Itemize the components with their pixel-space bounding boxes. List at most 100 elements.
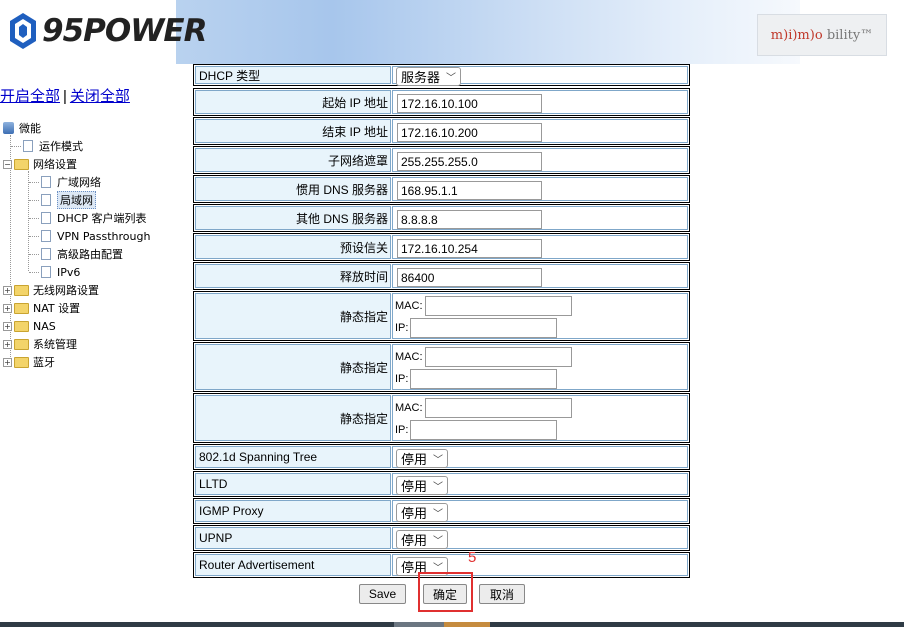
lltd-row: LLTD 停用 ﹀ [193, 471, 690, 497]
folder-icon [14, 320, 29, 332]
igmp-label: IGMP Proxy [195, 500, 391, 522]
gateway-row: 预设信关 172.16.10.254 [193, 233, 690, 261]
computer-icon [3, 122, 14, 134]
mac-label: MAC: [395, 300, 423, 312]
pref-dns-label: 惯用 DNS 服务器 [195, 177, 391, 201]
lltd-select[interactable]: 停用 ﹀ [396, 476, 449, 495]
page-icon [41, 212, 51, 224]
ip-label: IP: [395, 424, 409, 436]
subnet-input[interactable]: 255.255.255.0 [397, 152, 542, 171]
expand-icon[interactable]: + [3, 321, 12, 331]
tree-root[interactable]: 微能 [3, 120, 41, 136]
mac-label: MAC: [395, 351, 423, 363]
tree-toggle-links: 开启全部 | 关闭全部 [0, 88, 130, 105]
ip-label: IP: [395, 373, 409, 385]
lease-row: 释放时间 86400 [193, 262, 690, 290]
upnp-select[interactable]: 停用 ﹀ [396, 530, 449, 549]
tree-item-wan[interactable]: 广域网络 [29, 174, 101, 190]
expand-icon[interactable]: + [3, 285, 12, 295]
tree-item-routing[interactable]: 高级路由配置 [29, 246, 123, 262]
chevron-down-icon: ﹀ [433, 509, 444, 520]
chevron-down-icon: ﹀ [433, 536, 444, 547]
tree-item-nat[interactable]: + NAT 设置 [3, 300, 80, 316]
brand-logo: 95POWER [8, 6, 207, 56]
folder-icon [14, 302, 29, 314]
close-all-link[interactable]: 关闭全部 [70, 88, 130, 105]
collapse-icon[interactable]: − [3, 159, 12, 169]
start-ip-input[interactable]: 172.16.10.100 [397, 94, 542, 113]
save-button[interactable]: Save [359, 584, 406, 604]
end-ip-input[interactable]: 172.16.10.200 [397, 123, 542, 142]
partner-logo: m)i)m)o bility ™ [757, 14, 887, 56]
igmp-row: IGMP Proxy 停用 ﹀ [193, 498, 690, 524]
igmp-select[interactable]: 停用 ﹀ [396, 503, 449, 522]
pref-dns-row: 惯用 DNS 服务器 168.95.1.1 [193, 175, 690, 203]
bottom-bar [0, 622, 904, 627]
header-banner [176, 0, 800, 64]
lltd-label: LLTD [195, 473, 391, 495]
chevron-down-icon: ﹀ [446, 73, 457, 84]
expand-icon[interactable]: + [3, 357, 12, 367]
end-ip-row: 结束 IP 地址 172.16.10.200 [193, 117, 690, 145]
tree-item-ipv6[interactable]: IPv6 [29, 264, 80, 280]
tree-item-operation-mode[interactable]: 运作模式 [11, 138, 83, 154]
folder-open-icon [14, 158, 29, 170]
other-dns-label: 其他 DNS 服务器 [195, 206, 391, 230]
open-all-link[interactable]: 开启全部 [0, 88, 60, 105]
tree-item-vpn[interactable]: VPN Passthrough [29, 228, 150, 244]
static-lease-label: 静态指定 [195, 395, 391, 441]
static-lease-row: 静态指定 MAC: IP: [193, 342, 690, 392]
tree-item-wireless[interactable]: + 无线网路设置 [3, 282, 99, 298]
folder-icon [14, 338, 29, 350]
chevron-down-icon: ﹀ [433, 455, 444, 466]
ip-label: IP: [395, 322, 409, 334]
pref-dns-input[interactable]: 168.95.1.1 [397, 181, 542, 200]
gateway-input[interactable]: 172.16.10.254 [397, 239, 542, 258]
static-ip-input[interactable] [410, 420, 558, 440]
page-icon [41, 266, 51, 278]
page-icon [41, 248, 51, 260]
header: 95POWER m)i)m)o bility ™ [0, 0, 904, 66]
static-ip-input[interactable] [410, 369, 558, 389]
subnet-label: 子网络遮罩 [195, 148, 391, 172]
dhcp-type-label: DHCP 类型 [195, 66, 391, 84]
tree-item-network[interactable]: − 网络设置 [3, 156, 77, 172]
lease-input[interactable]: 86400 [397, 268, 542, 287]
step-number: 5 [468, 549, 477, 566]
page-icon [41, 176, 51, 188]
start-ip-row: 起始 IP 地址 172.16.10.100 [193, 88, 690, 116]
start-ip-label: 起始 IP 地址 [195, 90, 391, 114]
dhcp-type-select[interactable]: 服务器 ﹀ [396, 67, 462, 86]
other-dns-input[interactable]: 8.8.8.8 [397, 210, 542, 229]
chevron-down-icon: ﹀ [433, 482, 444, 493]
expand-icon[interactable]: + [3, 303, 12, 313]
stp-row: 802.1d Spanning Tree 停用 ﹀ [193, 444, 690, 470]
stp-select[interactable]: 停用 ﹀ [396, 449, 449, 468]
mac-input[interactable] [424, 398, 572, 418]
cancel-button[interactable]: 取消 [479, 584, 525, 604]
tree-item-lan[interactable]: 局域网 [29, 191, 96, 209]
page-icon [41, 230, 51, 242]
stp-label: 802.1d Spanning Tree [195, 446, 391, 468]
tree-item-system[interactable]: + 系统管理 [3, 336, 77, 352]
radv-label: Router Advertisement [195, 554, 391, 576]
mac-label: MAC: [395, 402, 423, 414]
static-lease-row: 静态指定 MAC: IP: [193, 291, 690, 341]
gateway-label: 预设信关 [195, 235, 391, 259]
tree-item-bluetooth[interactable]: + 蓝牙 [3, 354, 55, 370]
static-lease-label: 静态指定 [195, 344, 391, 390]
folder-icon [14, 356, 29, 368]
expand-icon[interactable]: + [3, 339, 12, 349]
folder-icon [14, 284, 29, 296]
static-ip-input[interactable] [410, 318, 558, 338]
mac-input[interactable] [424, 296, 572, 316]
lease-label: 释放时间 [195, 264, 391, 288]
other-dns-row: 其他 DNS 服务器 8.8.8.8 [193, 204, 690, 232]
tree-item-dhcp-clients[interactable]: DHCP 客户端列表 [29, 210, 147, 226]
mac-input[interactable] [424, 347, 572, 367]
logo-text: 95POWER [42, 13, 207, 49]
highlight-box [418, 572, 473, 612]
subnet-row: 子网络遮罩 255.255.255.0 [193, 146, 690, 174]
dhcp-type-row: DHCP 类型 服务器 ﹀ [193, 64, 690, 86]
tree-item-nas[interactable]: + NAS [3, 318, 56, 334]
